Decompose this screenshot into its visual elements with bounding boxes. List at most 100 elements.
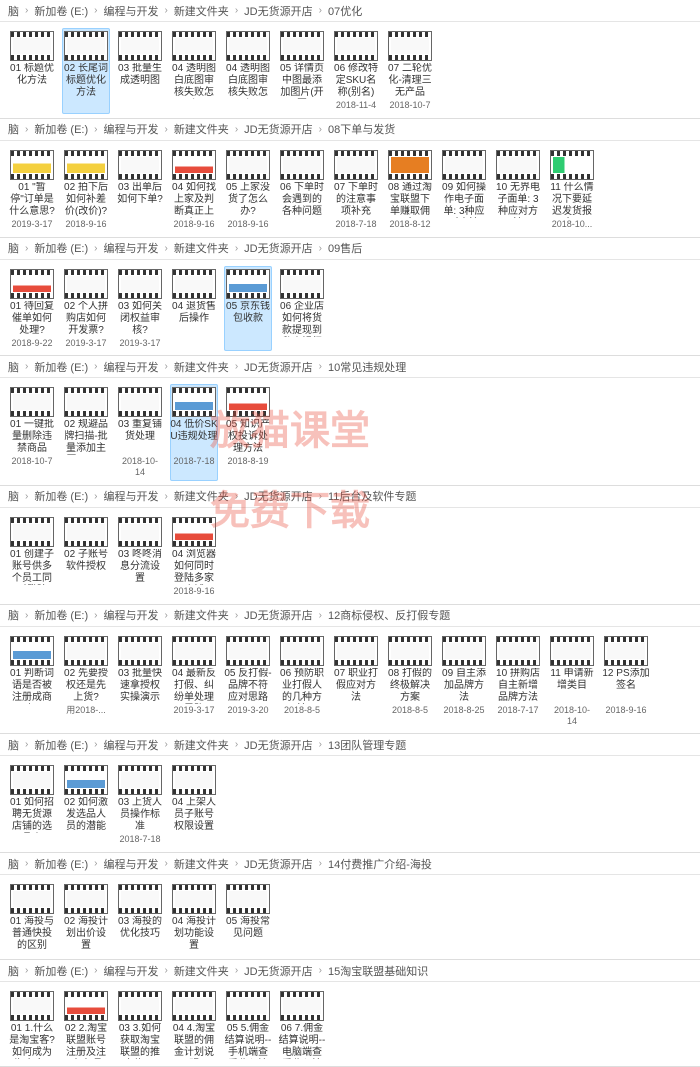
file-item[interactable]: 02 2.淘宝联盟账号注册及注意事项	[62, 988, 110, 1062]
breadcrumb-segment[interactable]: 新建文件夹	[174, 121, 229, 137]
breadcrumb-segment[interactable]: 新建文件夹	[174, 963, 229, 979]
breadcrumb-segment[interactable]: 13团队管理专题	[328, 737, 406, 753]
breadcrumb-segment[interactable]: 脑	[8, 607, 19, 623]
file-item[interactable]: 08 通过淘宝联盟下单赚取佣金2018-8-12	[386, 147, 434, 233]
file-item[interactable]: 01 如何招聘无货源店铺的选品人	[8, 762, 56, 848]
file-item[interactable]: 05 5.佣金结算说明--手机端查看收入情况	[224, 988, 272, 1062]
breadcrumb-segment[interactable]: 新建文件夹	[174, 240, 229, 256]
file-item[interactable]: 01 创建子账号供多个员工同时登陆	[8, 514, 56, 600]
file-item[interactable]: 02 子账号软件授权	[62, 514, 110, 600]
breadcrumb-segment[interactable]: 新建文件夹	[174, 607, 229, 623]
breadcrumb-segment[interactable]: 新建文件夹	[174, 3, 229, 19]
breadcrumb-segment[interactable]: 编程与开发	[103, 856, 158, 872]
file-item[interactable]: 04 4.淘宝联盟的佣金计划说明	[170, 988, 218, 1062]
breadcrumb-segment[interactable]: 编程与开发	[103, 607, 158, 623]
breadcrumb-segment[interactable]: 编程与开发	[103, 737, 158, 753]
file-item[interactable]: 02 长尾词标题优化方法	[62, 28, 110, 114]
file-item[interactable]: 02 拍下后如何补差价(改价)?2018-9-16	[62, 147, 110, 233]
breadcrumb[interactable]: 脑›新加卷 (E:)›编程与开发›新建文件夹›JD无货源开店›10常见违规处理	[0, 356, 700, 378]
file-item[interactable]: 09 如何操作电子面单: 3种应对方法	[440, 147, 488, 233]
file-item[interactable]: 06 7.佣金结算说明--电脑端查看收入情况	[278, 988, 326, 1062]
file-item[interactable]: 03 出单后如何下单?	[116, 147, 164, 233]
file-item[interactable]: 07 职业打假应对方法	[332, 633, 380, 730]
file-item[interactable]: 06 修改特定SKU名称(别名)2018-11-4	[332, 28, 380, 114]
file-item[interactable]: 03 重复铺货处理2018-10-14	[116, 384, 164, 481]
breadcrumb-segment[interactable]: 15淘宝联盟基础知识	[328, 963, 428, 979]
file-item[interactable]: 06 企业店如何将货款提现到私人银行卡?	[278, 266, 326, 352]
file-item[interactable]: 03 批量快速拿授权实操演示	[116, 633, 164, 730]
breadcrumb-segment[interactable]: 新加卷 (E:)	[34, 121, 88, 137]
file-item[interactable]: 03 3.如何获取淘宝联盟的推广位pid	[116, 988, 164, 1062]
breadcrumb-segment[interactable]: 07优化	[328, 3, 362, 19]
breadcrumb-segment[interactable]: 新加卷 (E:)	[34, 359, 88, 375]
file-item[interactable]: 01 一键批量删除违禁商品2018-10-7	[8, 384, 56, 481]
file-item[interactable]: 11 什么情况下要延迟发货报备?2018-10...	[548, 147, 596, 233]
breadcrumb[interactable]: 脑›新加卷 (E:)›编程与开发›新建文件夹›JD无货源开店›07优化	[0, 0, 700, 22]
file-item[interactable]: 05 反打假-品牌不符应对思路2019-3-20	[224, 633, 272, 730]
breadcrumb[interactable]: 脑›新加卷 (E:)›编程与开发›新建文件夹›JD无货源开店›15淘宝联盟基础知…	[0, 960, 700, 982]
file-item[interactable]: 02 规避品牌扫描-批量添加主图LOGO水...	[62, 384, 110, 481]
file-item[interactable]: 03 上货人员操作标准2018-7-18	[116, 762, 164, 848]
breadcrumb-segment[interactable]: 脑	[8, 963, 19, 979]
breadcrumb[interactable]: 脑›新加卷 (E:)›编程与开发›新建文件夹›JD无货源开店›13团队管理专题	[0, 734, 700, 756]
file-item[interactable]: 01 海投与普通快投的区别	[8, 881, 56, 955]
breadcrumb-segment[interactable]: 脑	[8, 3, 19, 19]
breadcrumb-segment[interactable]: JD无货源开店	[244, 3, 312, 19]
breadcrumb[interactable]: 脑›新加卷 (E:)›编程与开发›新建文件夹›JD无货源开店›12商标侵权、反打…	[0, 605, 700, 627]
breadcrumb-segment[interactable]: JD无货源开店	[244, 121, 312, 137]
breadcrumb-segment[interactable]: 新加卷 (E:)	[34, 737, 88, 753]
breadcrumb-segment[interactable]: 脑	[8, 359, 19, 375]
file-item[interactable]: 10 拼购店自主新增品牌方法2018-7-17	[494, 633, 542, 730]
file-item[interactable]: 04 如何找上家及判断真正上家?2018-9-16	[170, 147, 218, 233]
breadcrumb-segment[interactable]: 08下单与发货	[328, 121, 395, 137]
breadcrumb[interactable]: 脑›新加卷 (E:)›编程与开发›新建文件夹›JD无货源开店›09售后	[0, 238, 700, 260]
breadcrumb-segment[interactable]: 14付费推广介绍-海投	[328, 856, 432, 872]
file-item[interactable]: 01 "暂停"订单是什么意思?2019-3-17	[8, 147, 56, 233]
file-item[interactable]: 08 打假的终极解决方案2018-8-5	[386, 633, 434, 730]
file-item[interactable]: 05 知识产权投诉处理方法2018-8-19	[224, 384, 272, 481]
file-item[interactable]: 07 二轮优化-清理三无产品2018-10-7	[386, 28, 434, 114]
file-item[interactable]: 03 咚咚消息分流设置	[116, 514, 164, 600]
breadcrumb-segment[interactable]: 新建文件夹	[174, 359, 229, 375]
breadcrumb-segment[interactable]: 新加卷 (E:)	[34, 856, 88, 872]
breadcrumb-segment[interactable]: 编程与开发	[103, 359, 158, 375]
file-item[interactable]: 01 1.什么是淘宝客?如何成为淘宝客?	[8, 988, 56, 1062]
file-item[interactable]: 04 透明图白底图审核失败怎么	[170, 28, 218, 114]
file-item[interactable]: 07 下单时的注意事项补充2018-7-18	[332, 147, 380, 233]
breadcrumb-segment[interactable]: 新加卷 (E:)	[34, 3, 88, 19]
breadcrumb-segment[interactable]: 脑	[8, 121, 19, 137]
file-item[interactable]: 09 自主添加品牌方法2018-8-25	[440, 633, 488, 730]
file-item[interactable]: 10 无界电子面单: 3种应对方法	[494, 147, 542, 233]
breadcrumb-segment[interactable]: 新加卷 (E:)	[34, 488, 88, 504]
file-item[interactable]: 06 下单时会遇到的各种问题	[278, 147, 326, 233]
breadcrumb-segment[interactable]: 09售后	[328, 240, 362, 256]
file-item[interactable]: 02 个人拼购店如何开发票?2019-3-17	[62, 266, 110, 352]
file-item[interactable]: 03 如何关闭权益审核?2019-3-17	[116, 266, 164, 352]
file-item[interactable]: 04 最新反打假、纠纷单处理思路2019-3-17	[170, 633, 218, 730]
breadcrumb-segment[interactable]: JD无货源开店	[244, 240, 312, 256]
file-item[interactable]: 03 批量生成透明图	[116, 28, 164, 114]
breadcrumb-segment[interactable]: JD无货源开店	[244, 607, 312, 623]
file-item[interactable]: 05 详情页中图最添加图片(开团	[278, 28, 326, 114]
file-item[interactable]: 03 海投的优化技巧	[116, 881, 164, 955]
breadcrumb-segment[interactable]: 新建文件夹	[174, 737, 229, 753]
breadcrumb-segment[interactable]: JD无货源开店	[244, 359, 312, 375]
breadcrumb-segment[interactable]: 编程与开发	[103, 240, 158, 256]
breadcrumb-segment[interactable]: 新建文件夹	[174, 856, 229, 872]
file-item[interactable]: 04 透明图白底图审核失败怎么	[224, 28, 272, 114]
file-item[interactable]: 12 PS添加签名2018-9-16	[602, 633, 650, 730]
file-item[interactable]: 05 京东钱包收款	[224, 266, 272, 352]
breadcrumb-segment[interactable]: 编程与开发	[103, 963, 158, 979]
file-item[interactable]: 01 判断词语是否被注册成商标	[8, 633, 56, 730]
file-item[interactable]: 05 上家没货了怎么办?2018-9-16	[224, 147, 272, 233]
file-item[interactable]: 02 海投计划出价设置	[62, 881, 110, 955]
breadcrumb[interactable]: 脑›新加卷 (E:)›编程与开发›新建文件夹›JD无货源开店›08下单与发货	[0, 119, 700, 141]
breadcrumb-segment[interactable]: 11后台及软件专题	[328, 488, 416, 504]
breadcrumb-segment[interactable]: JD无货源开店	[244, 737, 312, 753]
file-item[interactable]: 04 退货售后操作	[170, 266, 218, 352]
breadcrumb-segment[interactable]: 新建文件夹	[174, 488, 229, 504]
file-item[interactable]: 02 先要授权还是先上货?用2018-...	[62, 633, 110, 730]
file-item[interactable]: 02 如何激发选品人员的潜能	[62, 762, 110, 848]
breadcrumb-segment[interactable]: 编程与开发	[103, 3, 158, 19]
file-item[interactable]: 01 标题优化方法	[8, 28, 56, 114]
